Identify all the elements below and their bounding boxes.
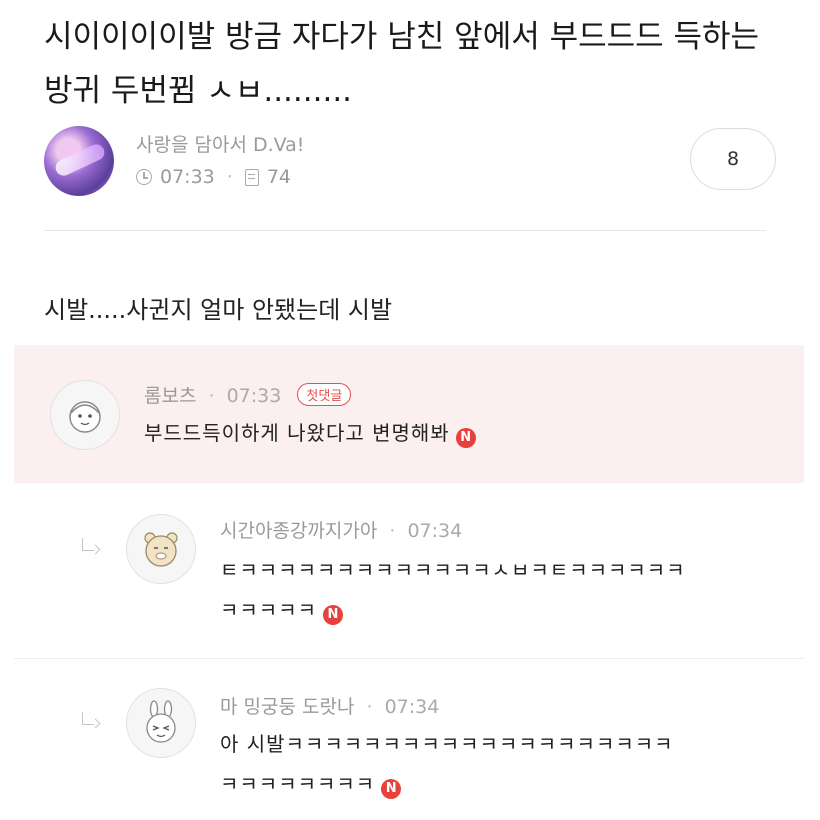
replier-avatar[interactable]: [126, 688, 196, 758]
character-icon: [146, 700, 176, 743]
post-views: 74: [266, 166, 291, 188]
author-name[interactable]: 사랑을 담아서 D.Va!: [136, 130, 304, 157]
meta-separator: ·: [208, 385, 215, 407]
comment-count-button[interactable]: 8: [690, 128, 776, 190]
first-comment-badge: 첫댓글: [297, 383, 352, 406]
comment-count: 8: [726, 148, 740, 170]
reply-text-line: 아 시발ㅋㅋㅋㅋㅋㅋㅋㅋㅋㅋㅋㅋㅋㅋㅋㅋㅋㅋㅋㅋ: [220, 724, 674, 764]
reply-text: ㅋㅋㅋㅋㅋ: [220, 598, 317, 622]
commenter-avatar[interactable]: [50, 380, 120, 450]
reply-arrow-icon: [80, 538, 102, 558]
clock-icon: [136, 169, 152, 185]
new-badge-icon: N: [455, 428, 476, 448]
meta-separator: ·: [226, 166, 233, 188]
post-body: 시발.....사귄지 얼마 안됐는데 시발: [44, 296, 393, 324]
meta-separator: ·: [389, 520, 396, 542]
character-icon: [144, 532, 178, 567]
author-avatar[interactable]: [44, 126, 114, 196]
divider: [44, 230, 766, 231]
reply-text-line: ㅌㅋㅋㅋㅋㅋㅋㅋㅋㅋㅋㅋㅋㅋㅅㅂㅋㅌㅋㅋㅋㅋㅋㅋ: [220, 550, 686, 590]
comment-time: 07:33: [226, 385, 282, 407]
replier-name[interactable]: 시간아종강까지가아: [220, 520, 377, 542]
reply-text: ㅌㅋㅋㅋㅋㅋㅋㅋㅋㅋㅋㅋㅋㅋㅅㅂㅋㅌㅋㅋㅋㅋㅋㅋ: [220, 558, 686, 582]
reply-text: 아 시발ㅋㅋㅋㅋㅋㅋㅋㅋㅋㅋㅋㅋㅋㅋㅋㅋㅋㅋㅋㅋ: [220, 732, 674, 756]
divider: [14, 658, 804, 659]
commenter-name[interactable]: 롬보츠: [144, 385, 196, 407]
reply-time: 07:34: [384, 696, 440, 718]
post-time: 07:33: [160, 166, 215, 188]
replier-name[interactable]: 마 밍궁둥 도랏나: [220, 696, 354, 718]
replier-avatar[interactable]: [126, 514, 196, 584]
replier-meta: 마 밍궁둥 도랏나 · 07:34: [220, 692, 439, 719]
post-meta: 07:33 · 74: [136, 166, 291, 188]
new-badge-icon: N: [381, 779, 402, 799]
reply-text: ㅋㅋㅋㅋㅋㅋㅋㅋ: [220, 772, 376, 796]
meta-separator: ·: [366, 696, 373, 718]
character-icon: [69, 401, 101, 433]
reply-arrow-icon: [80, 712, 102, 732]
reply-text-line: ㅋㅋㅋㅋㅋㅋㅋㅋ N: [220, 764, 402, 804]
commenter-meta: 롬보츠 · 07:33 첫댓글: [144, 381, 352, 408]
reply-text-line: ㅋㅋㅋㅋㅋ N: [220, 590, 343, 630]
comment-text: 부드드득이하게 나왔다고 변명해봐: [144, 421, 450, 445]
comment-text-row: 부드드득이하게 나왔다고 변명해봐 N: [144, 413, 476, 453]
new-badge-icon: N: [323, 605, 343, 625]
post-title: 시이이이이발 방금 자다가 남친 앞에서 부드드드 득하는 방귀 두번뀜 ㅅㅂ.…: [44, 19, 760, 109]
reply-time: 07:34: [407, 520, 463, 542]
post-author-row: 사랑을 담아서 D.Va! 07:33 · 74 8: [44, 122, 776, 202]
replier-meta: 시간아종강까지가아 · 07:34: [220, 516, 462, 543]
views-icon: [244, 168, 259, 186]
